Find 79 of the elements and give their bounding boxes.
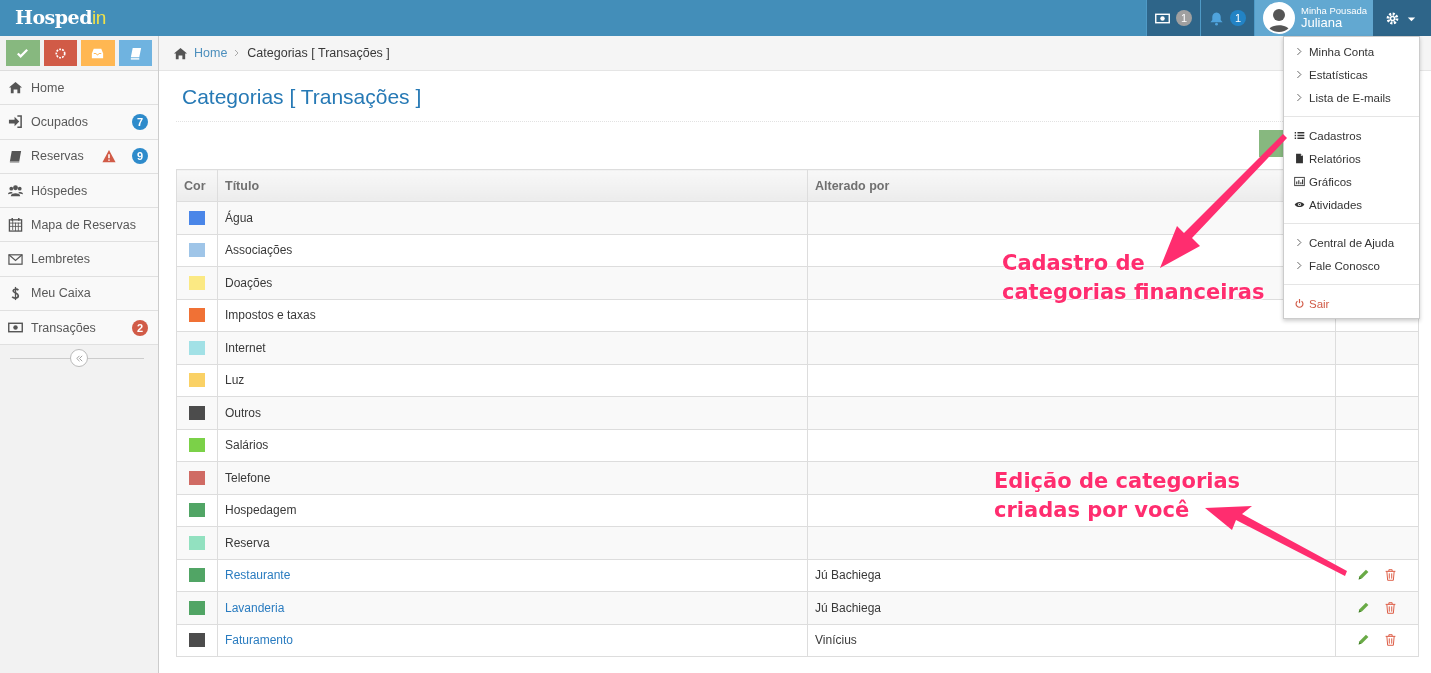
category-title: Reserva [225, 535, 270, 550]
chevron-right-icon [1294, 260, 1305, 271]
user-name: Juliana [1300, 16, 1344, 30]
category-title: Internet [225, 340, 266, 355]
sidebar-item[interactable]: Ocupados 7 [0, 105, 158, 140]
category-title: Salários [225, 438, 269, 453]
shortcut-button[interactable] [81, 40, 115, 66]
count-badge: 2 [132, 319, 148, 336]
author-name: Vinícius [815, 633, 857, 648]
count-badge: 7 [132, 113, 148, 130]
users-icon [8, 183, 23, 199]
category-title: Água [225, 210, 254, 225]
logo[interactable]: Hospedin [0, 0, 106, 36]
settings-icon [1385, 10, 1400, 26]
menu-item[interactable]: Lista de E-mails [1284, 86, 1419, 109]
column-header: Título [217, 169, 808, 202]
home-icon [173, 45, 188, 61]
calendar-icon [8, 217, 23, 233]
chevron-right-icon [1294, 69, 1305, 80]
avatar-silhouette [1262, 2, 1295, 34]
category-title: Doações [225, 275, 273, 290]
category-title: Telefone [225, 470, 271, 485]
count-badge: 1 [1175, 10, 1192, 26]
sidebar-item[interactable]: Meu Caixa [0, 276, 158, 312]
bell-icon [1208, 10, 1224, 26]
category-link[interactable]: Faturamento [225, 633, 294, 648]
menu-item[interactable]: Fale Conosco [1284, 254, 1419, 277]
double-chevron-left-icon [74, 353, 84, 363]
sidebar-item[interactable]: Transações 2 [0, 311, 158, 346]
menu-item[interactable]: Cadastros [1284, 124, 1419, 147]
annotation-text: Cadastro de categorias financeiras [1002, 250, 1265, 306]
author-name: Jú Bachiega [815, 600, 882, 615]
count-badge: 1 [1229, 10, 1246, 26]
file-icon [1294, 153, 1305, 164]
category-link[interactable]: Lavanderia [225, 600, 285, 615]
delete-button[interactable] [1384, 600, 1397, 615]
sidebar-item[interactable]: Lembretes [0, 242, 158, 277]
menu-item[interactable]: Relatórios [1284, 147, 1419, 170]
eye-icon [1294, 199, 1305, 210]
collapse-button[interactable] [70, 349, 88, 368]
count-badge: 9 [132, 148, 148, 165]
chevron-right-icon [1294, 46, 1305, 57]
menu-item[interactable]: Sair [1284, 292, 1419, 315]
notification-button[interactable]: 1 [1199, 0, 1254, 36]
shortcut-button[interactable] [118, 40, 152, 66]
category-link[interactable]: Restaurante [225, 568, 291, 583]
author-name: Jú Bachiega [815, 568, 882, 583]
breadcrumb-current: Categorias [ Transações ] [247, 46, 390, 60]
delete-button[interactable] [1384, 633, 1397, 648]
chevron-right-icon [1294, 92, 1305, 103]
category-title: Associações [225, 243, 293, 258]
sidebar-item[interactable]: Home [0, 71, 158, 106]
menu-item[interactable]: Central de Ajuda [1284, 231, 1419, 254]
settings-button[interactable] [1373, 0, 1431, 36]
list-icon [1294, 130, 1305, 141]
home-icon [8, 80, 23, 96]
category-title: Outros [225, 405, 261, 420]
gear-icon [52, 45, 68, 61]
edit-button[interactable] [1357, 600, 1370, 615]
category-title: Luz [225, 373, 245, 388]
shortcut-button[interactable] [43, 40, 77, 66]
category-title: Hospedagem [225, 503, 297, 518]
menu-item[interactable]: Minha Conta [1284, 40, 1419, 63]
sign-in-icon [8, 114, 23, 130]
annotation-text: Edição de categorias criadas por você [994, 468, 1241, 524]
chevron-right-icon [1294, 237, 1305, 248]
column-header: Cor [176, 169, 218, 202]
menu-item[interactable]: Estatísticas [1284, 63, 1419, 86]
sidebar-item[interactable]: Hóspedes [0, 173, 158, 209]
book-icon [8, 148, 23, 164]
company-name: Minha Pousada [1300, 6, 1367, 17]
sidebar-item[interactable]: Reservas 9 [0, 139, 158, 174]
sidebar-item[interactable]: Mapa de Reservas [0, 208, 158, 243]
delete-button[interactable] [1384, 568, 1397, 583]
envelope-icon [8, 251, 23, 267]
category-title: Impostos e taxas [225, 308, 316, 323]
bar-chart-icon [1294, 176, 1305, 187]
power-icon [1294, 298, 1305, 309]
shortcut-button[interactable] [6, 40, 40, 66]
